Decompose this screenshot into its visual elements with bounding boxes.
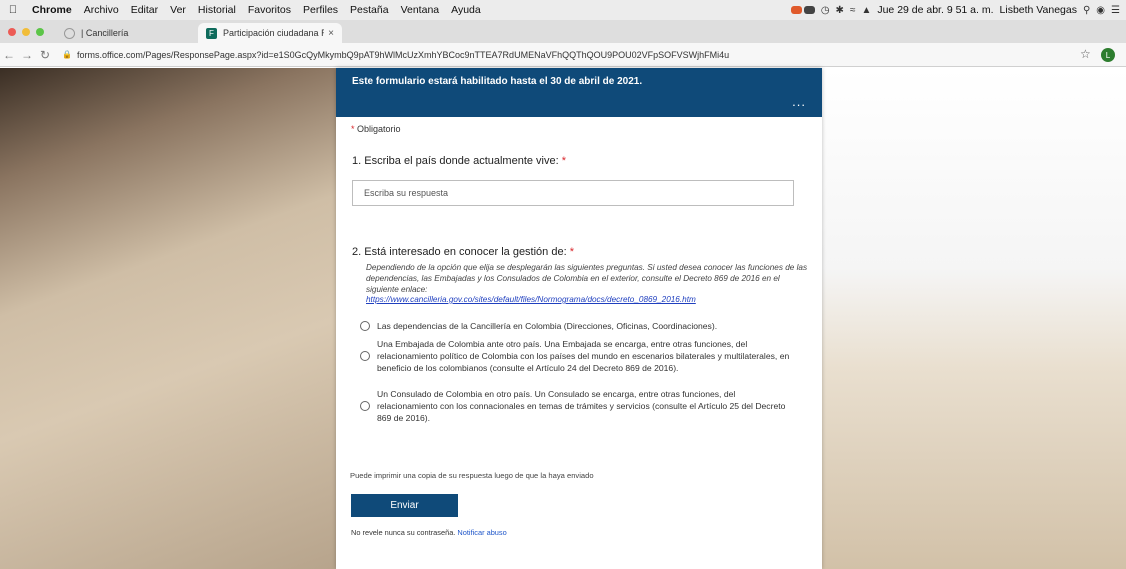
menu-ayuda[interactable]: Ayuda bbox=[445, 4, 487, 16]
menu-historial[interactable]: Historial bbox=[192, 4, 242, 16]
question-2-description: Dependiendo de la opción que elija se de… bbox=[366, 263, 808, 294]
required-note: * Obligatorio bbox=[351, 124, 401, 134]
question-2-title: 2. Está interesado en conocer la gestión… bbox=[352, 246, 574, 258]
apple-icon[interactable]:  bbox=[0, 4, 26, 16]
volume-icon[interactable]: ▲ bbox=[861, 5, 871, 16]
status-apps-icon[interactable] bbox=[790, 6, 815, 14]
wifi-icon[interactable]: ≈ bbox=[850, 5, 856, 16]
menu-editar[interactable]: Editar bbox=[125, 4, 164, 16]
country-input[interactable]: Escriba su respuesta bbox=[352, 180, 794, 206]
menu-bar:  Chrome Archivo Editar Ver Historial Fa… bbox=[0, 0, 1126, 20]
forward-icon[interactable]: → bbox=[18, 48, 36, 62]
option-consulado[interactable]: Un Consulado de Colombia en otro país. U… bbox=[360, 388, 800, 424]
bookmark-star-icon[interactable]: ☆ bbox=[1080, 47, 1091, 61]
tab-participacion[interactable]: F Participación ciudadana Rendi × bbox=[198, 23, 342, 43]
required-asterisk: * bbox=[561, 155, 567, 167]
tab-close-icon[interactable]: × bbox=[328, 28, 334, 39]
menu-ver[interactable]: Ver bbox=[164, 4, 192, 16]
menu-app-chrome[interactable]: Chrome bbox=[26, 4, 78, 16]
user-name[interactable]: Lisbeth Vanegas bbox=[1000, 4, 1077, 16]
profile-avatar[interactable]: L bbox=[1101, 48, 1115, 62]
form-card: Este formulario estará habilitado hasta … bbox=[336, 68, 822, 569]
window-close-button[interactable] bbox=[8, 28, 16, 36]
background-photo-right bbox=[822, 68, 1126, 569]
required-label: Obligatorio bbox=[357, 124, 401, 134]
menu-archivo[interactable]: Archivo bbox=[78, 4, 125, 16]
more-options-icon[interactable]: ... bbox=[792, 94, 806, 109]
radio-button[interactable] bbox=[360, 321, 370, 331]
option-dependencias[interactable]: Las dependencias de la Cancillería en Co… bbox=[360, 320, 800, 332]
window-minimize-button[interactable] bbox=[22, 28, 30, 36]
submit-button[interactable]: Enviar bbox=[351, 494, 458, 517]
control-center-icon[interactable]: ☰ bbox=[1111, 5, 1120, 16]
bluetooth-icon[interactable]: ✱ bbox=[836, 5, 844, 16]
spotlight-search-icon[interactable]: ⚲ bbox=[1083, 5, 1090, 16]
form-availability-text: Este formulario estará habilitado hasta … bbox=[352, 76, 643, 87]
reload-icon[interactable]: ↻ bbox=[36, 48, 54, 62]
address-bar[interactable]: 🔒 forms.office.com/Pages/ResponsePage.as… bbox=[62, 50, 862, 60]
option-label: Las dependencias de la Cancillería en Co… bbox=[377, 321, 718, 331]
menu-pestana[interactable]: Pestaña bbox=[344, 4, 395, 16]
password-warning: No revele nunca su contraseña. bbox=[351, 528, 456, 537]
required-asterisk: * bbox=[351, 124, 355, 134]
window-zoom-button[interactable] bbox=[36, 28, 44, 36]
footer-note: No revele nunca su contraseña. Notificar… bbox=[351, 528, 507, 537]
radio-button[interactable] bbox=[360, 351, 370, 361]
option-embajada[interactable]: Una Embajada de Colombia ante otro país.… bbox=[360, 338, 800, 374]
clock-text[interactable]: Jue 29 de abr. 9 51 a. m. bbox=[877, 4, 993, 16]
question-1-title: 1. Escriba el país donde actualmente viv… bbox=[352, 155, 566, 167]
time-machine-icon[interactable]: ◷ bbox=[821, 5, 830, 16]
lock-icon: 🔒 bbox=[62, 50, 72, 59]
form-header: Este formulario estará habilitado hasta … bbox=[336, 68, 822, 117]
back-icon[interactable]: ← bbox=[0, 48, 18, 62]
option-label: Un Consulado de Colombia en otro país. U… bbox=[377, 389, 786, 423]
question-1-text: 1. Escriba el país donde actualmente viv… bbox=[352, 155, 559, 167]
forms-favicon-icon: F bbox=[206, 27, 217, 39]
tab-title: Participación ciudadana Rendi bbox=[223, 28, 324, 38]
browser-toolbar: ← → ↻ 🔒 forms.office.com/Pages/ResponseP… bbox=[0, 43, 1126, 67]
print-note: Puede imprimir una copia de su respuesta… bbox=[350, 471, 594, 480]
siri-icon[interactable]: ◉ bbox=[1096, 5, 1105, 16]
decreto-link[interactable]: https://www.cancilleria.gov.co/sites/def… bbox=[366, 295, 696, 304]
menu-ventana[interactable]: Ventana bbox=[395, 4, 446, 16]
tab-strip: | Cancillería × F Participación ciudadan… bbox=[0, 20, 1126, 58]
report-abuse-link[interactable]: Notificar abuso bbox=[457, 528, 506, 537]
required-asterisk: * bbox=[569, 246, 574, 258]
background-photo-left bbox=[0, 68, 336, 569]
option-label: Una Embajada de Colombia ante otro país.… bbox=[377, 339, 790, 373]
menu-perfiles[interactable]: Perfiles bbox=[297, 4, 344, 16]
menu-favoritos[interactable]: Favoritos bbox=[242, 4, 297, 16]
cancilleria-favicon-icon bbox=[64, 27, 75, 39]
url-text: forms.office.com/Pages/ResponsePage.aspx… bbox=[76, 49, 730, 60]
question-2-text: 2. Está interesado en conocer la gestión… bbox=[352, 246, 567, 258]
radio-button[interactable] bbox=[360, 401, 370, 411]
